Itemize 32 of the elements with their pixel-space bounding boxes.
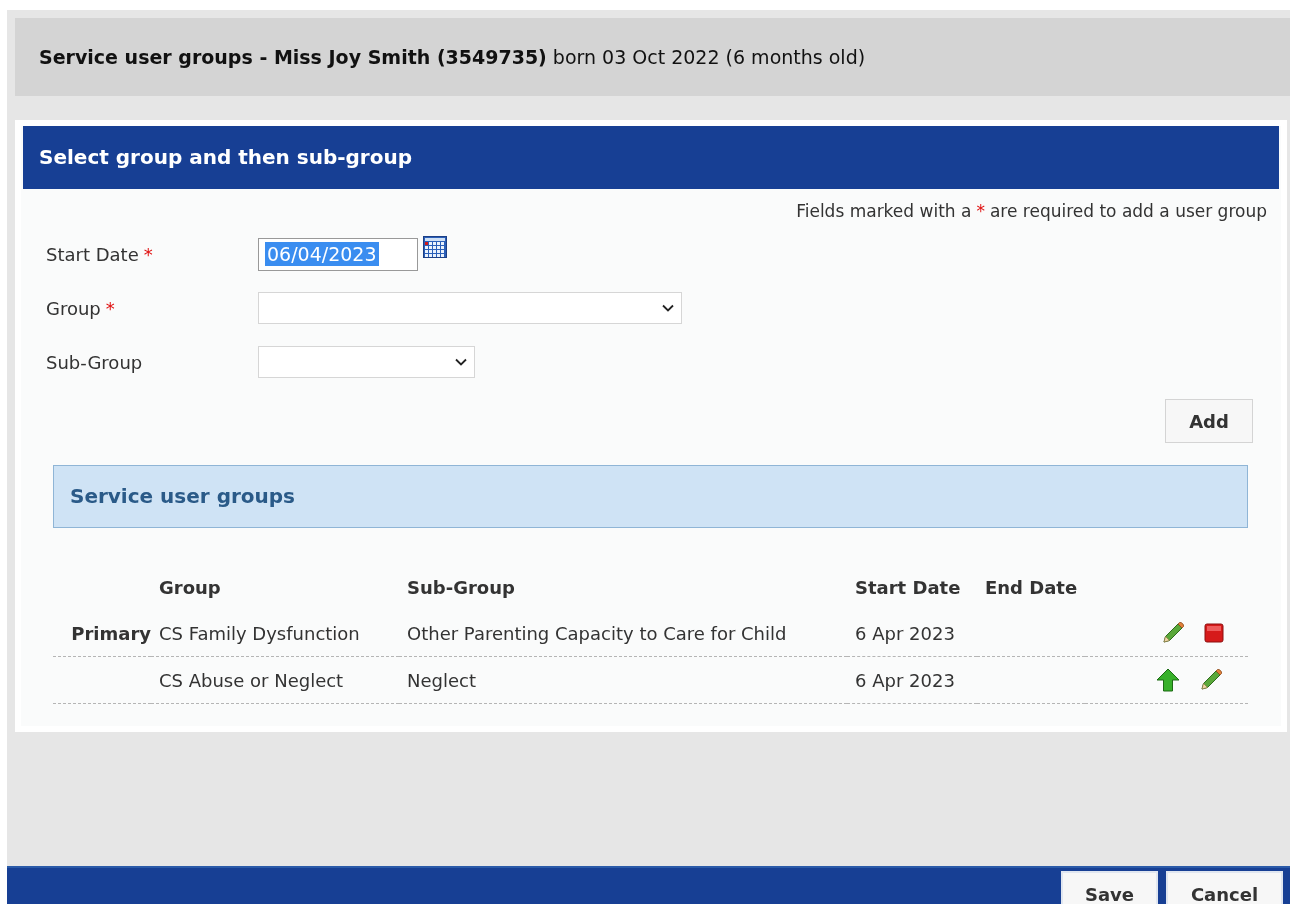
table-cell: 6 Apr 2023 [855, 622, 955, 644]
required-mark: * [143, 243, 153, 265]
add-button[interactable]: Add [1165, 399, 1253, 443]
table-cell: CS Abuse or Neglect [159, 669, 344, 691]
table-cell: 6 Apr 2023 [855, 669, 955, 691]
required-note: are required to add a user group [989, 201, 1267, 221]
cancel-button[interactable]: Cancel [1166, 871, 1283, 904]
calendar-icon[interactable] [423, 236, 447, 258]
save-button[interactable]: Save [1061, 871, 1158, 904]
required-mark: * [976, 201, 985, 221]
column-header: Group [159, 576, 221, 598]
square-icon[interactable] [1204, 623, 1224, 643]
required-mark: * [105, 297, 115, 319]
column-header: Start Date [855, 576, 961, 598]
table-cell: Other Parenting Capacity to Care for Child [407, 622, 787, 644]
pencil-icon[interactable] [1160, 620, 1186, 646]
arrow-up-icon[interactable] [1156, 668, 1180, 692]
field-label: Group [46, 297, 101, 319]
primary-label: Primary [71, 622, 151, 644]
chevron-icon [662, 304, 674, 312]
section-heading: Select group and then sub-group [23, 126, 1279, 189]
chevron-icon [455, 358, 467, 366]
column-header: End Date [985, 576, 1078, 598]
required-note: Fields marked with a [796, 201, 972, 221]
column-header: Sub-Group [407, 576, 515, 598]
table-cell: Neglect [407, 669, 476, 691]
field-label: Start Date [46, 243, 139, 265]
section-heading: Service user groups [53, 465, 1248, 528]
pencil-icon[interactable] [1198, 667, 1224, 693]
field-label: Sub-Group [46, 351, 143, 373]
table-cell: CS Family Dysfunction [159, 622, 360, 644]
page-title: Service user groups - Miss Joy Smith (3549735) born 03 Oct 2022 (6 months old) [39, 46, 866, 68]
